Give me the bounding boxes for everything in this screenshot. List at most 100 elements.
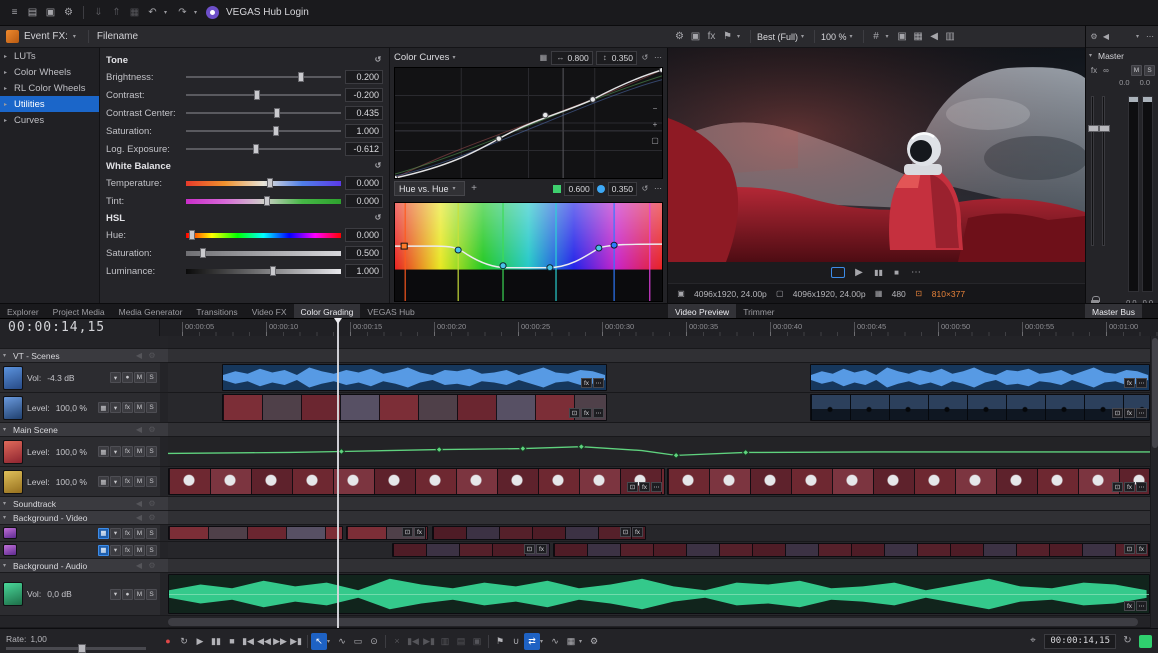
event-fx-caret-icon[interactable]: ▾ [73, 33, 80, 40]
event-more-badge[interactable]: ⋯ [593, 408, 604, 418]
rate-value[interactable]: 1,00 [30, 634, 47, 644]
mixer-icon[interactable]: ⚙ [586, 633, 602, 650]
preview-quality-dropdown[interactable]: Best (Full) [757, 32, 798, 42]
group-mute-icon[interactable]: ◀ [134, 511, 144, 525]
tab-explorer[interactable]: Explorer [0, 304, 46, 319]
redo-icon[interactable]: ↷ [176, 6, 189, 20]
track-fx-button[interactable]: fx [122, 545, 133, 556]
track-thumbnail[interactable] [3, 440, 23, 464]
normal-edit-tool[interactable]: ↖ [311, 633, 327, 650]
video-clip[interactable]: ⊡fx⋯ [810, 394, 1150, 421]
video-clip[interactable]: ⊡fx [346, 526, 428, 540]
track-fx-button[interactable]: fx [122, 528, 133, 539]
color-curve-editor[interactable]: − + ▢ [394, 67, 663, 179]
video-clip[interactable]: ⊡fx [392, 543, 550, 557]
rate-slider-handle[interactable] [78, 644, 86, 653]
event-fx-badge[interactable]: fx [1124, 601, 1135, 611]
solo-button[interactable]: S [146, 545, 157, 556]
solo-button[interactable]: S [146, 372, 157, 383]
track-header[interactable]: ▦ ▾ fx M S [0, 525, 160, 542]
envelope-edit-tool[interactable]: ∿ [334, 633, 350, 650]
fast-forward-button[interactable]: ▶▶ [272, 633, 288, 650]
mute-button[interactable]: M [134, 528, 145, 539]
volume-value[interactable]: 0,0 dB [47, 589, 72, 599]
video-clip[interactable]: ⊡fx⋯ [222, 394, 607, 421]
group-lane[interactable] [168, 497, 1158, 511]
video-clip[interactable]: ⊡fx⋯ [667, 468, 1150, 495]
brightness-value[interactable]: 0.200 [345, 70, 383, 84]
vegas-hub-icon[interactable] [206, 6, 219, 19]
curve-output-box[interactable]: 0.350 [608, 182, 637, 196]
download-icon[interactable]: ⇓ [92, 6, 105, 20]
master-solo-button[interactable]: S [1144, 65, 1155, 76]
chevron-down-icon[interactable]: ▾ [886, 33, 893, 40]
event-more-badge[interactable]: ⋯ [1136, 408, 1147, 418]
track-dropdown-button[interactable]: ▾ [110, 589, 121, 600]
group-lane[interactable] [168, 559, 1158, 573]
luminance-value[interactable]: 1.000 [345, 264, 383, 278]
hub-status-icon[interactable] [1139, 635, 1152, 648]
video-track-lane[interactable] [168, 437, 1158, 467]
tab-vegas-hub[interactable]: VEGAS Hub [360, 304, 421, 319]
trim-start-icon[interactable]: ▮◀ [405, 633, 421, 650]
track-header[interactable]: Level:100,0 % ▦ ▾ fx M S [0, 467, 160, 497]
volume-fader-left[interactable] [1091, 96, 1094, 246]
auto-ripple-button[interactable]: ⇄ [524, 633, 540, 650]
temperature-slider[interactable] [186, 177, 341, 189]
hamburger-menu-icon[interactable]: ≡ [8, 6, 21, 20]
video-clip[interactable]: ⊡fx⋯ [168, 468, 665, 495]
fade-in-icon[interactable]: ▤ [453, 633, 469, 650]
tab-transitions[interactable]: Transitions [189, 304, 244, 319]
more-options-icon[interactable]: ⋯ [653, 182, 663, 196]
reset-icon[interactable]: ↺ [373, 159, 383, 173]
more-options-icon[interactable]: ⋯ [653, 51, 663, 65]
log-exposure-value[interactable]: -0.612 [345, 142, 383, 156]
grid-quantize-caret-icon[interactable]: ▾ [579, 638, 586, 645]
selection-edit-tool[interactable]: ▭ [350, 633, 366, 650]
track-thumbnail[interactable] [3, 470, 23, 494]
rewind-button[interactable]: ◀◀ [256, 633, 272, 650]
mute-button[interactable]: M [134, 402, 145, 413]
tab-color-grading[interactable]: Color Grading [294, 304, 361, 319]
compositing-child-button[interactable]: ▦ [98, 545, 109, 556]
group-lane[interactable] [168, 349, 1158, 363]
group-settings-icon[interactable]: ⚙ [147, 497, 157, 511]
external-monitor-icon[interactable]: ▥ [944, 30, 957, 44]
chevron-down-icon[interactable]: ▾ [737, 33, 744, 40]
hscroll-thumb[interactable] [168, 618, 1138, 626]
compositing-mode-button[interactable]: ▦ [98, 476, 109, 487]
contrast-center-value[interactable]: 0.435 [345, 106, 383, 120]
sidebar-item-utilities[interactable]: ▸Utilities [0, 96, 99, 112]
preview-settings-icon[interactable]: ⚙ [673, 30, 686, 44]
grid-quantize-icon[interactable]: ▦ [563, 633, 579, 650]
fade-out-icon[interactable]: ▣ [469, 633, 485, 650]
sidebar-item-rl-color-wheels[interactable]: ▸RL Color Wheels [0, 80, 99, 96]
event-fx-badge[interactable]: fx [1124, 482, 1135, 492]
compositing-child-button[interactable]: ▦ [98, 528, 109, 539]
vegas-hub-login-button[interactable]: VEGAS Hub Login [226, 7, 309, 18]
pause-button[interactable]: ▮▮ [874, 266, 884, 280]
stop-button[interactable]: ■ [892, 266, 902, 280]
speaker-icon[interactable]: ◀ [1101, 30, 1111, 44]
temperature-value[interactable]: 0.000 [345, 176, 383, 190]
mute-button[interactable]: M [134, 476, 145, 487]
level-value[interactable]: 100,0 % [56, 477, 87, 487]
mute-button[interactable]: M [134, 446, 145, 457]
marker-flag-icon[interactable]: ⚑ [492, 633, 508, 650]
collapse-chevron-icon[interactable]: ▾ [3, 562, 10, 569]
collapse-chevron-icon[interactable]: ▾ [3, 500, 10, 507]
event-fx-badge[interactable]: fx [581, 378, 592, 388]
saturation-slider[interactable] [186, 125, 341, 137]
contrast-value[interactable]: -0.200 [345, 88, 383, 102]
curve-mode-dropdown[interactable]: Hue vs. Hue▾ [394, 181, 465, 196]
group-header[interactable]: ▾ Background - Video ◀ ⚙ [0, 511, 160, 525]
go-to-end-button[interactable]: ▶▮ [288, 633, 304, 650]
hsl-saturation-value[interactable]: 0.500 [345, 246, 383, 260]
audio-clip[interactable]: fx⋯ [222, 364, 607, 391]
solo-button[interactable]: S [146, 402, 157, 413]
loop-region-icon[interactable]: ↻ [1121, 634, 1134, 648]
contrast-slider[interactable] [186, 89, 341, 101]
bus-fx-icon[interactable]: fx [1089, 64, 1099, 78]
loop-playback-icon[interactable] [831, 267, 845, 278]
solo-button[interactable]: S [146, 528, 157, 539]
